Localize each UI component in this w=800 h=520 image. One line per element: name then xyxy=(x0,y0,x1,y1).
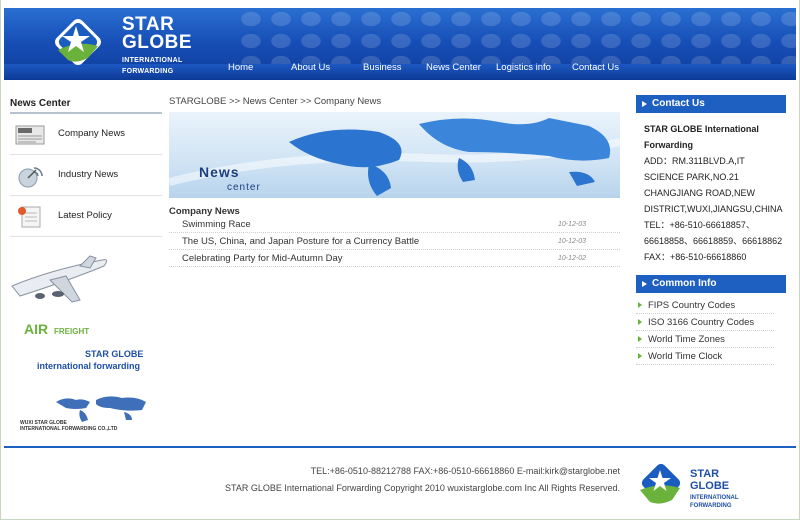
satellite-icon xyxy=(18,167,43,188)
nav-news-center[interactable]: News Center xyxy=(426,62,481,73)
sidebar-item-label: Latest Policy xyxy=(58,210,112,221)
common-info-link[interactable]: ISO 3166 Country Codes xyxy=(636,314,774,331)
common-info-label[interactable]: World Time Zones xyxy=(648,334,725,345)
news-list: Swimming Race 10-12-03 The US, China, an… xyxy=(169,216,620,267)
promo-brand1: STAR GLOBE xyxy=(85,349,143,359)
sidebar-item-label: Company News xyxy=(58,128,126,139)
news-date: 10-12-03 xyxy=(557,221,586,228)
airplane-promo-graphic: AIR FREIGHT STAR GLOBE international for… xyxy=(11,255,146,432)
contact-details: STAR GLOBE International Forwarding ADD：… xyxy=(636,113,786,265)
list-item[interactable]: Swimming Race 10-12-03 xyxy=(169,216,620,233)
footer-logo-globe: GLOBE xyxy=(690,480,729,492)
breadcrumb: STARGLOBE >> News Center >> Company News xyxy=(169,96,382,107)
banner-subtitle: center xyxy=(227,182,261,193)
sidebar-item-label: Industry News xyxy=(58,169,119,180)
news-center-banner: News center xyxy=(169,112,620,198)
contact-tel-2: 66618858、66618859、66618862 xyxy=(644,236,783,246)
common-info-panel: Common Info FIPS Country Codes ISO 3166 … xyxy=(636,275,786,365)
news-title[interactable]: The US, China, and Japan Posture for a C… xyxy=(182,236,419,247)
document-icon xyxy=(18,206,41,228)
main-nav: Home About Us Business News Center Logis… xyxy=(4,62,796,76)
air-freight-promo[interactable]: AIR FREIGHT STAR GLOBE international for… xyxy=(10,250,162,440)
nav-home[interactable]: Home xyxy=(228,62,253,73)
promo-freight: FREIGHT xyxy=(54,327,89,336)
list-item[interactable]: The US, China, and Japan Posture for a C… xyxy=(169,233,620,250)
promo-map-caption2: INTERNATIONAL FORWARDING CO.,LTD xyxy=(20,426,118,432)
left-sidebar: News Center Company News Industry News L… xyxy=(10,98,162,237)
contact-panel: Contact Us STAR GLOBE International Forw… xyxy=(636,95,786,265)
footer-logo-forwarding: FORWARDING xyxy=(690,503,732,509)
promo-air: AIR xyxy=(24,321,48,337)
footer-logo-international: INTERNATIONAL xyxy=(690,495,739,501)
star-globe-footer-logo-icon: STAR GLOBE INTERNATIONAL FORWARDING xyxy=(640,463,739,509)
sidebar-title: News Center xyxy=(10,98,162,114)
sidebar-item-company-news[interactable]: Company News xyxy=(10,114,162,155)
logo-text-globe: GLOBE xyxy=(122,32,193,53)
common-info-heading: Common Info xyxy=(636,275,786,293)
common-info-link[interactable]: World Time Clock xyxy=(636,348,774,365)
footer-logo-star: STAR xyxy=(690,468,719,480)
footer-contact: TEL:+86-0510-88212788 FAX:+86-0510-66618… xyxy=(310,466,620,476)
world-map-icon xyxy=(56,396,146,422)
footer-copyright: STAR GLOBE International Forwarding Copy… xyxy=(224,483,620,493)
common-info-link[interactable]: World Time Zones xyxy=(636,331,774,348)
nav-business[interactable]: Business xyxy=(363,62,402,73)
newspaper-icon xyxy=(15,125,45,145)
star-globe-logo-icon xyxy=(55,19,101,65)
promo-brand2: international forwarding xyxy=(37,361,140,371)
contact-address-3: CHANGJIANG ROAD,NEW xyxy=(644,188,756,198)
airplane-icon xyxy=(11,255,108,303)
common-info-link[interactable]: FIPS Country Codes xyxy=(636,297,774,314)
footer-divider xyxy=(4,446,796,448)
footer-logo: STAR GLOBE INTERNATIONAL FORWARDING xyxy=(638,462,758,512)
news-date: 10-12-03 xyxy=(557,238,586,245)
contact-heading: Contact Us xyxy=(636,95,786,113)
sidebar-item-latest-policy[interactable]: Latest Policy xyxy=(10,196,162,237)
nav-about-us[interactable]: About Us xyxy=(291,62,330,73)
common-info-list: FIPS Country Codes ISO 3166 Country Code… xyxy=(636,293,786,365)
contact-address-1: ADD：RM.311BLVD.A,IT xyxy=(644,156,745,166)
common-info-label[interactable]: ISO 3166 Country Codes xyxy=(648,317,754,328)
contact-address-4: DISTRICT,WUXI,JIANGSU,CHINA xyxy=(644,204,783,214)
banner-title: News xyxy=(199,164,240,180)
contact-tel: TEL：+86-510-66618857、 xyxy=(644,220,755,230)
news-date: 10-12-02 xyxy=(557,255,586,262)
nav-logistics-info[interactable]: Logistics info xyxy=(496,62,551,73)
list-item[interactable]: Celebrating Party for Mid-Autumn Day 10-… xyxy=(169,250,620,267)
news-title[interactable]: Celebrating Party for Mid-Autumn Day xyxy=(182,253,343,264)
site-header: STAR GLOBE INTERNATIONAL FORWARDING Home… xyxy=(4,8,796,80)
common-info-label[interactable]: World Time Clock xyxy=(648,351,722,362)
sidebar-item-industry-news[interactable]: Industry News xyxy=(10,155,162,196)
nav-contact-us[interactable]: Contact Us xyxy=(572,62,619,73)
contact-company-name-2: Forwarding xyxy=(644,140,693,150)
news-title[interactable]: Swimming Race xyxy=(182,219,251,230)
contact-address-2: SCIENCE PARK,NO.21 xyxy=(644,172,739,182)
contact-company-name: STAR GLOBE International xyxy=(644,124,759,134)
common-info-label[interactable]: FIPS Country Codes xyxy=(648,300,735,311)
contact-fax: FAX：+86-510-66618860 xyxy=(644,252,747,262)
